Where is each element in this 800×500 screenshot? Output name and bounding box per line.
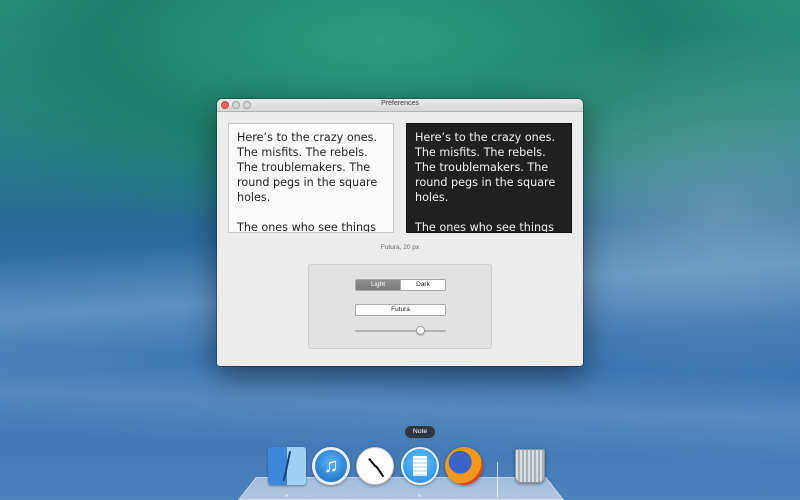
dark-preview: Here’s to the crazy ones. The misfits. T… — [406, 123, 572, 233]
window-title: Preferences — [381, 100, 419, 107]
finder-dock-item[interactable] — [267, 446, 307, 486]
note-running-indicator — [418, 494, 421, 497]
dock-separator — [497, 462, 498, 498]
light-preview: Here’s to the crazy ones. The misfits. T… — [228, 123, 394, 233]
theme-light-segment[interactable]: Light — [356, 280, 400, 290]
title-bar[interactable]: Preferences — [217, 99, 583, 112]
trash-icon[interactable] — [515, 449, 545, 483]
note-icon[interactable] — [401, 447, 439, 485]
trash-dock-item[interactable] — [510, 446, 550, 486]
dock-tooltip: Note — [405, 426, 435, 438]
light-preview-paragraph-2: The ones who see things differently. The… — [237, 221, 376, 233]
firefox-icon[interactable] — [445, 447, 483, 485]
dark-preview-paragraph-2: The ones who see things differently. The… — [415, 221, 554, 233]
finder-icon[interactable] — [268, 447, 306, 485]
preferences-window: Preferences Here’s to the crazy ones. Th… — [217, 99, 583, 366]
clock-icon[interactable] — [356, 447, 394, 485]
font-select-button[interactable]: Futura — [355, 304, 446, 316]
theme-segmented-control[interactable]: Light Dark — [355, 279, 446, 291]
firefox-dock-item[interactable] — [444, 446, 484, 486]
clock-dock-item[interactable] — [355, 446, 395, 486]
font-info-label: Futura, 20 px — [380, 244, 420, 251]
font-size-slider[interactable] — [355, 325, 446, 337]
light-preview-paragraph-1: Here’s to the crazy ones. The misfits. T… — [237, 131, 378, 204]
itunes-dock-item[interactable]: ♫ — [311, 446, 351, 486]
theme-dark-segment[interactable]: Dark — [400, 280, 445, 290]
slider-track[interactable] — [355, 330, 446, 332]
dark-preview-paragraph-1: Here’s to the crazy ones. The misfits. T… — [415, 131, 556, 204]
settings-panel: Light Dark Futura — [308, 264, 492, 349]
itunes-icon[interactable]: ♫ — [312, 447, 350, 485]
slider-thumb[interactable] — [416, 326, 426, 335]
finder-running-indicator — [285, 494, 288, 497]
note-dock-item[interactable] — [400, 446, 440, 486]
